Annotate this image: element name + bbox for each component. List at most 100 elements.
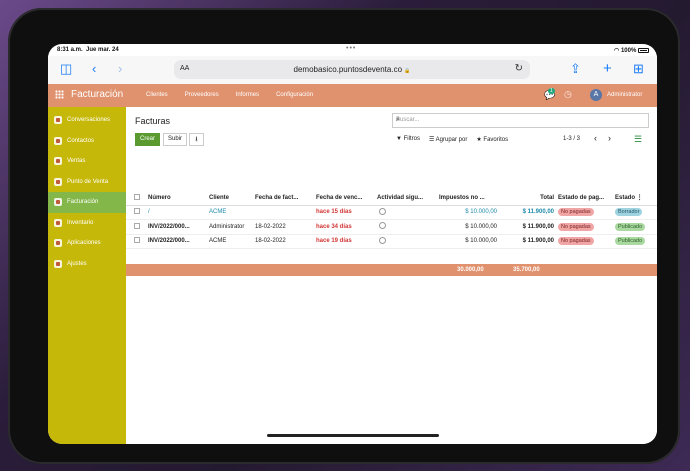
col-fecha-vencimiento[interactable]: Fecha de venc... [316,191,377,206]
activity-clock-icon[interactable] [377,205,439,220]
box-icon [54,218,62,227]
apps-icon [54,239,62,248]
col-impuestos[interactable]: Impuestos no ... [439,191,497,206]
battery-level: 100% [620,48,637,54]
totals-row: 30.000,00 35.700,00 [126,264,657,276]
new-tab-icon[interactable]: + [603,61,612,76]
row-checkbox[interactable] [126,205,148,220]
sidebar-item-conversaciones[interactable]: Conversaciones [48,110,126,131]
lock-icon: 🔒 [404,68,411,74]
status-bar: 8:31 a.m. Jue mar. 24 ••• ◠ 100% [48,44,657,56]
col-cliente[interactable]: Cliente [209,191,255,206]
wifi-icon: ◠ [614,48,620,54]
user-name[interactable]: Administrator [607,92,642,98]
menu-item-configuracion[interactable]: Configuración [276,92,313,98]
battery-icon [638,47,649,53]
filters-button[interactable]: ▼ Filtros [396,136,420,143]
status-badge: Borrador [615,208,643,217]
invoice-table: Número Cliente Fecha de fact... Fecha de… [126,191,657,249]
app-brand[interactable]: Facturación [71,89,123,100]
col-total[interactable]: Total [497,191,554,206]
table-header: Número Cliente Fecha de fact... Fecha de… [126,191,657,206]
app-top-nav: Facturación Clientes Proveedores Informe… [48,84,657,107]
cell-tax: $ 10.000,00 [439,234,497,249]
cell-payment-state: No pagadas [554,234,615,249]
status-right: ◠ 100% [614,47,649,54]
col-estado-pago[interactable]: Estado de pag... [554,191,615,206]
sidebar-item-label: Ventas [67,158,86,165]
select-all-checkbox[interactable] [126,191,148,206]
col-numero[interactable]: Número [148,191,209,206]
sidebar-toggle-icon[interactable]: ◫ [60,62,72,76]
gear-icon [54,259,62,268]
list-view-icon[interactable]: ☰ [634,134,642,145]
group-by-button[interactable]: ☰ Agrupar por [429,136,467,143]
activity-clock-icon[interactable] [377,234,439,249]
table-row[interactable]: / ACME hace 15 días $ 10.000,00 $ 11.900… [126,205,657,220]
sidebar-item-punto-de-venta[interactable]: Punto de Venta [48,172,126,193]
sidebar-item-aplicaciones[interactable]: Aplicaciones [48,233,126,254]
cell-state: Publicado [615,234,657,249]
cell-state: Publicado [615,219,657,235]
row-checkbox[interactable] [126,219,148,235]
cell-tax: $ 10.000,00 [439,205,497,220]
status-badge: No pagadas [558,208,594,217]
col-actividad[interactable]: Actividad sigu... [377,191,439,206]
table-row[interactable]: INV/2022/000... Administrator 18-02-2022… [126,219,657,235]
address-bar[interactable]: AA demobasico.puntosdeventa.co 🔒 ↻ [174,60,530,79]
screen: 8:31 a.m. Jue mar. 24 ••• ◠ 100% ◫ ‹ › A… [48,44,657,444]
table-row[interactable]: INV/2022/000... ACME 18-02-2022 hace 19 … [126,234,657,249]
menu-item-informes[interactable]: Informes [236,92,259,98]
activity-clock-icon[interactable] [377,219,439,235]
activity-clock-icon[interactable]: ◷ [564,89,572,100]
cell-tax: $ 10.000,00 [439,219,497,235]
tabs-overview-icon[interactable]: ⊞ [633,62,644,76]
chart-icon [54,157,62,166]
reload-icon[interactable]: ↻ [515,63,523,74]
status-time: 8:31 a.m. Jue mar. 24 [57,47,119,53]
sidebar-item-contactos[interactable]: Contactos [48,131,126,152]
upload-button[interactable]: Subir [163,133,188,146]
cell-client: ACME [209,234,255,249]
search-options: ▼ Filtros ☰ Agrupar por ★ Favoritos [396,136,508,143]
home-indicator[interactable] [267,434,439,437]
pager-value[interactable]: 1-3 / 3 [563,136,580,142]
apps-grid-icon[interactable] [55,90,64,99]
sidebar: Conversaciones Contactos Ventas Punto de… [48,107,126,444]
back-icon[interactable]: ‹ [92,62,96,76]
menu-item-proveedores[interactable]: Proveedores [185,92,219,98]
sidebar-item-inventario[interactable]: Inventario [48,213,126,234]
sidebar-item-ajustes[interactable]: Ajustes [48,254,126,275]
create-button[interactable]: Crear [135,133,161,146]
menu-item-clientes[interactable]: Clientes [146,92,168,98]
search-input[interactable]: Buscar... ⌕ [392,113,649,128]
cell-payment-state: No pagadas [554,205,615,220]
cell-number: INV/2022/000... [148,219,209,235]
main-content: Facturas Buscar... ⌕ Crear Subir ⭳ ▼ Fil… [126,107,657,444]
pager-next-icon[interactable]: › [608,133,611,143]
favorites-button[interactable]: ★ Favoritos [476,136,508,143]
cell-client: Administrator [209,219,255,235]
cell-invoice-date: 18-02-2022 [255,234,316,249]
share-icon[interactable]: ⇪ [570,62,581,76]
tablet-frame: 8:31 a.m. Jue mar. 24 ••• ◠ 100% ◫ ‹ › A… [8,8,680,464]
forward-icon[interactable]: › [118,62,122,76]
col-estado[interactable]: Estado ⋮ [615,191,657,206]
page-title[interactable]: Facturas [135,116,170,126]
col-fecha-factura[interactable]: Fecha de fact... [255,191,316,206]
url-text: demobasico.puntosdeventa.co 🔒 [293,65,411,74]
search-icon[interactable]: ⌕ [396,116,645,124]
sidebar-item-ventas[interactable]: Ventas [48,151,126,172]
status-badge: Publicado [615,237,646,246]
multitasking-dots-icon[interactable]: ••• [346,45,356,52]
pos-icon [54,177,62,186]
download-icon[interactable]: ⭳ [189,133,204,146]
row-checkbox[interactable] [126,234,148,249]
cell-total: $ 11.900,00 [497,205,554,220]
pager-prev-icon[interactable]: ‹ [594,133,597,143]
avatar[interactable]: A [590,89,602,101]
sidebar-item-label: Facturación [67,199,99,206]
sidebar-item-label: Inventario [67,219,94,226]
sidebar-item-label: Aplicaciones [67,240,101,247]
sidebar-item-facturacion[interactable]: Facturación [48,192,126,213]
